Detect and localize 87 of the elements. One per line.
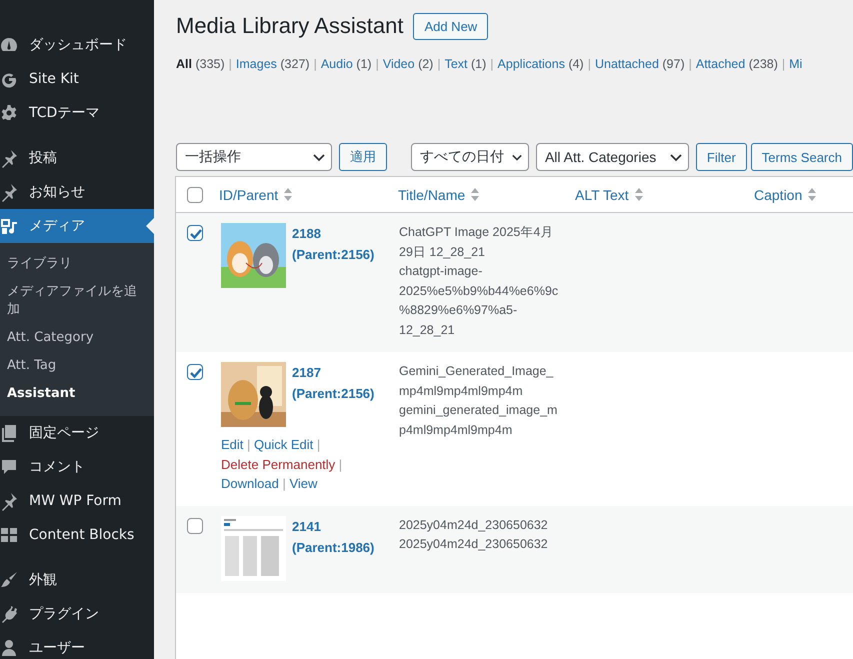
id-link[interactable]: 2187 [292,362,374,383]
action-link[interactable]: View [289,476,318,491]
pin-icon [0,182,19,202]
id-link[interactable]: 2141 [292,516,374,536]
submenu-item[interactable]: Att. Category [0,324,154,352]
action-link[interactable]: Edit [221,437,244,452]
menu-item[interactable]: お知らせ [0,175,154,209]
chevron-icon [312,152,325,162]
menu-item[interactable]: 固定ページ [0,416,154,450]
action-link[interactable]: Quick Edit [254,437,314,452]
apply-button[interactable]: 適用 [338,143,387,171]
select-all-checkbox[interactable] [187,186,203,202]
separator: | [282,476,286,491]
filter-link[interactable]: Text (1) [444,57,486,138]
separator: | [588,57,591,73]
row-checkbox[interactable] [187,364,203,380]
menu-item[interactable]: Site Kit [0,62,154,96]
menu-item[interactable]: 投稿 [0,141,154,175]
file-name: chatgpt-image-2025%e5%b9%b44%e6%9c%8829%e6%97%a5-12_28_21 [399,263,560,338]
action-link[interactable]: Download [221,476,279,491]
menu-item[interactable]: Content Blocks [0,518,154,552]
separator: | [688,57,692,73]
submenu-item[interactable]: ライブラリ [0,250,154,278]
filter-link[interactable]: Audio (1) [320,57,372,138]
column-header[interactable]: ALT Text [575,186,629,202]
id-link[interactable]: 2188 [292,223,374,244]
column-header[interactable]: ID/Parent [219,186,278,202]
separator: | [338,456,342,472]
separator: | [376,57,379,73]
file-name: gemini_generated_image_mp4ml9mp4ml9mp4m [399,402,558,439]
pages-icon [0,423,19,443]
separator: | [782,57,786,73]
parent-link[interactable]: (Parent:2156) [292,244,374,265]
menu-item[interactable]: コメント [0,450,154,484]
menu-item[interactable]: MW WP Form [0,484,154,518]
menu-item[interactable]: ダッシュボード [0,28,154,62]
grid-icon [0,525,19,545]
title-text: 2025y04m24d_230650632 [399,516,549,534]
menu-item[interactable]: プラグイン [0,597,154,631]
filter-button[interactable]: Filter [696,143,747,171]
separator: | [314,57,317,73]
separator: | [437,57,441,73]
filter-link[interactable]: Attached (238) [696,57,778,138]
submenu-item[interactable]: Assistant [0,380,154,408]
filter-link[interactable]: Video (2) [382,57,434,138]
menu-item[interactable]: ユーザー [0,631,154,659]
gear-icon [0,103,19,123]
filter-link[interactable]: Images (327) [236,57,310,138]
menu-item[interactable]: TCDテーマ [0,96,154,130]
submenu-item[interactable]: メディアファイルを追加 [0,278,154,324]
user-icon [0,638,19,658]
column-header[interactable]: Title/Name [398,186,466,202]
page-title: Media Library Assistant [176,13,404,39]
brush-icon [0,570,19,590]
row-checkbox[interactable] [187,225,203,241]
separator: | [228,57,232,73]
sort-icon [284,188,292,201]
sort-icon [634,188,643,201]
column-header[interactable]: Caption [754,186,802,202]
filter-link[interactable]: Applications (4) [498,57,584,138]
separator: | [247,437,250,452]
parent-link[interactable]: (Parent:1986) [292,536,374,558]
pin-icon [0,148,19,168]
row-checkbox[interactable] [187,518,203,534]
menu-item[interactable]: 外観 [0,563,154,597]
parent-link[interactable]: (Parent:2156) [292,383,374,404]
pin-icon [0,491,19,511]
sort-icon [808,188,816,201]
filter-link[interactable]: Unattached (97) [594,57,685,138]
comment-icon [0,457,19,477]
menu-item[interactable]: メディア [0,209,154,243]
category-select[interactable]: All Att. Categories [536,143,689,171]
filter-link[interactable]: Mi [789,57,802,138]
submenu-item[interactable]: Att. Tag [0,352,154,380]
add-new-button[interactable]: Add New [413,12,488,40]
bulk-action-select[interactable]: 一括操作 [176,143,332,171]
date-select[interactable]: すべての日付 [410,143,529,171]
file-name: 2025y04m24d_230650632 [399,536,549,553]
chevron-icon [670,152,682,162]
media-icon [0,216,19,236]
delete-link[interactable]: Delete Permanently [221,456,336,472]
sort-icon [471,188,480,201]
plug-icon [0,604,19,624]
separator: | [490,57,494,73]
filter-link[interactable]: All (335) [176,57,225,138]
separator: | [316,437,320,452]
terms-search-button[interactable]: Terms Search [750,143,853,171]
